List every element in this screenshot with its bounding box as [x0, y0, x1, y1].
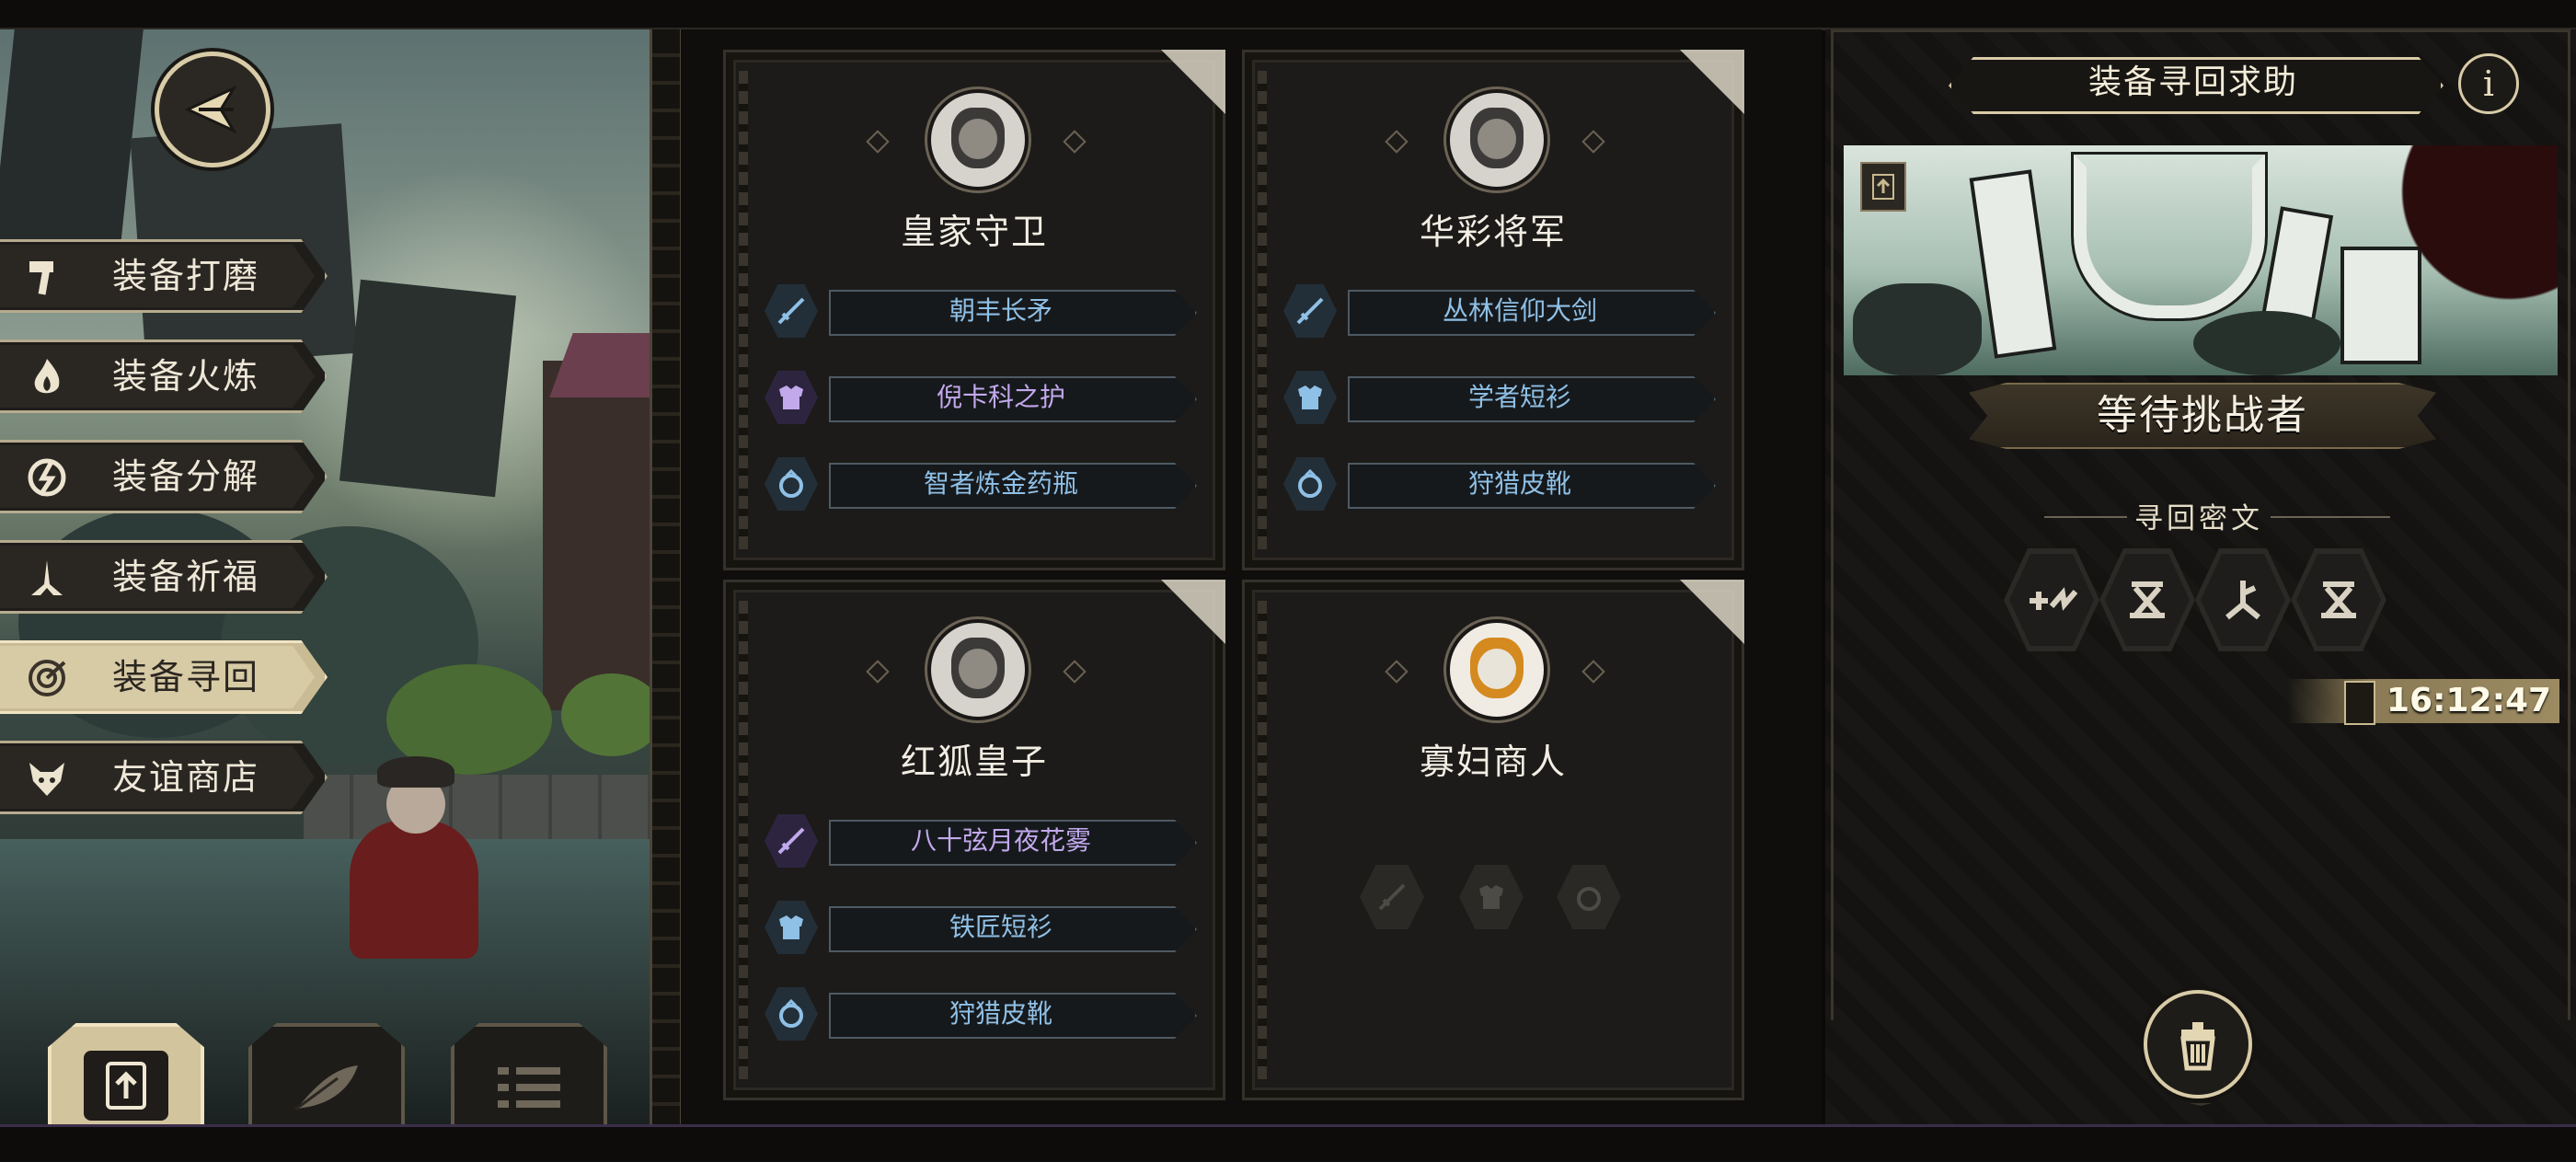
side-menu-item-retrieve[interactable]: 装备寻回 — [0, 640, 328, 714]
trash-icon — [2180, 1022, 2215, 1071]
equip-label: 铁匠短衫 — [949, 912, 1052, 942]
sword-icon — [765, 284, 818, 338]
side-menu: 装备打磨 装备火炼 装备分解 装备祈福 装备寻回 友谊商店 — [0, 239, 328, 841]
armor-icon — [765, 901, 818, 954]
hourglass-icon — [2344, 681, 2375, 725]
sword-icon — [1378, 883, 1406, 911]
avatar — [1446, 89, 1547, 190]
equip-row-armor[interactable]: 铁匠短衫 — [761, 897, 1197, 958]
hero-name: 华彩将军 — [1419, 212, 1567, 252]
equip-row-armor[interactable]: 学者短衫 — [1280, 367, 1716, 428]
side-menu-label: 装备火炼 — [112, 356, 260, 397]
feather-icon — [274, 1043, 379, 1132]
pray-icon — [26, 557, 68, 599]
hero-card-colorful-general[interactable]: 华彩将军 丛林信仰大剑 学者短衫 狩猎皮靴 — [1242, 50, 1744, 570]
delete-button[interactable] — [2144, 990, 2252, 1099]
bottom-tab-list[interactable] — [451, 1023, 607, 1133]
hero-name: 寡妇商人 — [1419, 742, 1567, 782]
equip-label: 倪卡科之护 — [936, 382, 1065, 412]
side-menu-item-friendship-shop[interactable]: 友谊商店 — [0, 741, 328, 814]
info-icon: i — [2482, 63, 2495, 104]
side-menu-label: 装备祈福 — [112, 557, 260, 597]
side-menu-label: 装备打磨 — [112, 256, 260, 296]
challenge-illustration — [1844, 145, 2558, 375]
hero-card-red-fox-prince[interactable]: 红狐皇子 八十弦月夜花雾 铁匠短衫 狩猎皮靴 — [723, 580, 1225, 1100]
back-button[interactable] — [155, 52, 270, 167]
armor-icon — [1479, 885, 1503, 909]
side-menu-item-bless[interactable]: 装备祈福 — [0, 540, 328, 614]
upload-icon — [1872, 174, 1894, 200]
panel-title: 装备寻回求助 — [2087, 63, 2298, 101]
shatter-icon — [26, 456, 68, 499]
side-menu-item-disassemble[interactable]: 装备分解 — [0, 440, 328, 513]
back-arrow-icon — [184, 85, 237, 134]
hero-name: 皇家守卫 — [900, 212, 1048, 252]
equip-label: 学者短衫 — [1467, 382, 1571, 412]
ring-icon — [765, 987, 818, 1041]
cipher-rune-1-icon — [2009, 554, 2094, 646]
ring-icon — [1577, 887, 1601, 911]
side-menu-label: 装备分解 — [112, 456, 260, 497]
status-text: 等待挑战者 — [2097, 392, 2308, 439]
upload-record-button[interactable] — [1860, 162, 1906, 212]
equip-label: 狩猎皮靴 — [949, 998, 1052, 1029]
bottom-frame-bar — [0, 1124, 2576, 1162]
side-menu-item-polish[interactable]: 装备打磨 — [0, 239, 328, 313]
equip-row-weapon[interactable]: 丛林信仰大剑 — [1280, 281, 1716, 341]
equip-row-accessory[interactable]: 智者炼金药瓶 — [761, 454, 1197, 514]
equip-label: 丛林信仰大剑 — [1442, 295, 1597, 326]
equip-label: 八十弦月夜花雾 — [910, 825, 1091, 856]
flame-icon — [26, 356, 68, 398]
side-menu-label: 友谊商店 — [112, 757, 260, 798]
equip-row-weapon[interactable]: 八十弦月夜花雾 — [761, 811, 1197, 871]
armor-icon — [1283, 371, 1337, 424]
fox-icon — [26, 757, 68, 800]
bottom-tab-upload[interactable] — [48, 1023, 204, 1133]
equip-row-armor[interactable]: 倪卡科之护 — [761, 367, 1197, 428]
cipher-rune-4-icon — [2296, 554, 2381, 646]
cipher-rune-3-icon — [2201, 554, 2285, 646]
sword-icon — [1283, 284, 1337, 338]
hammer-icon — [26, 256, 68, 298]
ring-icon — [765, 457, 818, 511]
bottom-tab-feather[interactable] — [248, 1023, 405, 1133]
countdown-timer: 16:12:47 — [2386, 682, 2552, 719]
top-frame-bar — [0, 0, 2576, 30]
info-button[interactable]: i — [2458, 53, 2519, 114]
equip-row-accessory[interactable]: 狩猎皮靴 — [1280, 454, 1716, 514]
hero-name: 红狐皇子 — [900, 742, 1048, 782]
hero-card-royal-guard[interactable]: 皇家守卫 朝丰长矛 倪卡科之护 智者炼金药瓶 — [723, 50, 1225, 570]
list-icon — [477, 1043, 581, 1132]
side-menu-label: 装备寻回 — [112, 657, 260, 697]
equip-label: 狩猎皮靴 — [1467, 468, 1571, 499]
hero-card-widow-merchant[interactable]: 寡妇商人 — [1242, 580, 1744, 1100]
upload-icon — [84, 1051, 168, 1121]
ring-icon — [1283, 457, 1337, 511]
armor-icon — [765, 371, 818, 424]
equip-row-accessory[interactable]: 狩猎皮靴 — [761, 984, 1197, 1044]
equip-row-weapon[interactable]: 朝丰长矛 — [761, 281, 1197, 341]
ornate-divider — [650, 29, 683, 1124]
side-menu-item-forge[interactable]: 装备火炼 — [0, 339, 328, 413]
cipher-title: 寻回密文 — [2134, 502, 2263, 535]
cipher-rune-2-icon — [2105, 554, 2190, 646]
target-icon — [26, 657, 68, 699]
avatar — [927, 89, 1029, 190]
avatar — [1446, 619, 1547, 720]
equip-label: 智者炼金药瓶 — [923, 468, 1078, 499]
equip-label: 朝丰长矛 — [949, 295, 1052, 326]
sword-icon — [765, 814, 818, 868]
player-character — [350, 756, 478, 959]
avatar — [927, 619, 1029, 720]
